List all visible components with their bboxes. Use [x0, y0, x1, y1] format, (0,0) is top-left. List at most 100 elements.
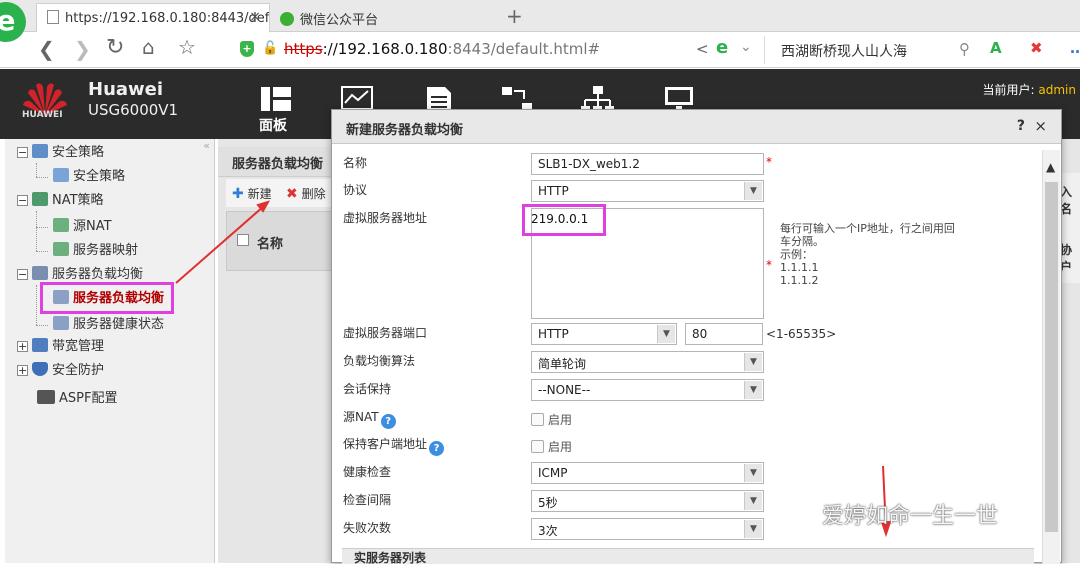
checkbox-box[interactable] [531, 413, 544, 426]
browser-tab-active[interactable]: https://192.168.0.180:8443/def × [36, 3, 270, 32]
sidebar-item-bandwidth[interactable]: + 带宽管理 [17, 337, 104, 357]
policy-icon [53, 168, 69, 182]
sidebar-item-protection[interactable]: + 安全防护 [17, 361, 104, 381]
scroll-up-icon[interactable]: ▲ [1046, 160, 1055, 174]
chevron-down-icon[interactable]: ▼ [744, 520, 762, 538]
current-user-name[interactable]: admin [1038, 83, 1076, 97]
protocol-label: 协议 [343, 183, 368, 197]
session-select[interactable]: --NONE-- ▼ [531, 379, 764, 401]
current-user: 当前用户: admin [983, 81, 1076, 98]
real-server-list-header[interactable]: 实服务器列表 [342, 548, 1034, 564]
expand-icon[interactable]: + [17, 341, 28, 352]
name-label: 名称 [343, 156, 368, 170]
sidebar-item-aspf[interactable]: ASPF配置 [37, 389, 117, 409]
close-tab-icon[interactable]: × [249, 9, 261, 25]
home-icon[interactable]: ⌂ [142, 35, 155, 59]
collapse-icon[interactable]: − [17, 147, 28, 158]
share-icon[interactable]: < [696, 40, 709, 58]
dialog-scrollbar[interactable]: ▲ [1042, 150, 1060, 564]
required-mark: * [766, 258, 772, 272]
star-icon[interactable]: ☆ [178, 35, 196, 59]
new-button-label: 新建 [247, 187, 272, 201]
new-button[interactable]: ✚ 新建 [232, 185, 272, 202]
vip-value[interactable]: 219.0.0.1 [531, 212, 588, 226]
help-icon[interactable]: ? [429, 441, 445, 456]
scroll-thumb[interactable] [1045, 182, 1058, 532]
snat-label-text: 源NAT [343, 410, 379, 424]
sidebar-item-server-health[interactable]: 服务器健康状态 [53, 315, 164, 335]
url-field[interactable]: https://192.168.0.180:8443/default.html# [284, 40, 600, 58]
protocol-select[interactable]: HTTP ▼ [531, 180, 764, 202]
sidebar-item-nat-policy[interactable]: − NAT策略 [17, 191, 104, 211]
close-icon[interactable]: × [1034, 117, 1047, 135]
sidebar-item-server-mapping[interactable]: 服务器映射 [53, 241, 138, 261]
interval-value: 5秒 [538, 496, 558, 510]
sidebar-item-security-policy[interactable]: − 安全策略 [17, 143, 104, 163]
algorithm-select[interactable]: 简单轮询 ▼ [531, 351, 764, 373]
collapse-icon[interactable]: − [17, 195, 28, 206]
vport-protocol-select[interactable]: HTTP ▼ [531, 323, 677, 345]
required-mark: * [766, 155, 772, 169]
search-input[interactable]: 西湖断桥现人山人海 [781, 41, 907, 61]
watermark-text: 爱婷如命一生一世 [822, 504, 999, 529]
select-all-checkbox[interactable] [237, 234, 249, 246]
dialog-titlebar: 新建服务器负载均衡 ? × [332, 110, 1061, 144]
more-icon[interactable]: … [1070, 39, 1080, 57]
chevron-down-icon[interactable]: ▼ [744, 353, 762, 371]
checkbox-box[interactable] [531, 440, 544, 453]
dashboard-icon[interactable] [259, 85, 295, 115]
search-icon[interactable]: ⚲ [959, 40, 970, 58]
dialog-title: 新建服务器负载均衡 [346, 123, 464, 138]
checkbox-label: 启用 [548, 413, 573, 427]
forward-icon[interactable]: ❯ [74, 37, 91, 61]
fail-select[interactable]: 3次 ▼ [531, 518, 764, 540]
snat-checkbox[interactable]: 启用 [531, 411, 572, 428]
logo-text: HUAWEI [22, 110, 63, 120]
back-icon[interactable]: ❮ [38, 37, 55, 61]
sidebar-item-security-policy-sub[interactable]: 安全策略 [53, 167, 125, 187]
chevron-down-icon[interactable]: ▼ [744, 492, 762, 510]
delete-button-label: 删除 [301, 187, 326, 201]
sidebar-item-label: 安全策略 [52, 145, 105, 160]
sidebar-item-label: NAT策略 [52, 193, 104, 208]
chevron-down-icon[interactable]: ⌄ [740, 39, 752, 55]
bandwidth-icon [32, 338, 48, 352]
name-input[interactable]: SLB1-DX_web1.2 [531, 153, 764, 175]
panel-title: 服务器负载均衡 [218, 147, 333, 177]
fail-value: 3次 [538, 524, 558, 538]
vport-number-input[interactable]: 80 [685, 323, 763, 345]
help-icon[interactable]: ? [380, 414, 396, 429]
lock-icon[interactable]: 🔓 [262, 41, 278, 56]
keep-client-checkbox[interactable]: 启用 [531, 438, 572, 455]
protocol-value: HTTP [538, 184, 569, 198]
policy-folder-icon [32, 144, 48, 158]
browser-tab-wechat[interactable]: 微信公众平台 [270, 3, 496, 32]
chevron-down-icon[interactable]: ▼ [744, 464, 762, 482]
collapse-icon[interactable]: − [17, 269, 28, 280]
delete-button[interactable]: ✖ 删除 [286, 185, 326, 202]
nat-icon [53, 218, 69, 232]
interval-select[interactable]: 5秒 ▼ [531, 490, 764, 512]
sidebar-item-label: 服务器负载均衡 [52, 267, 144, 282]
collapse-sidebar-icon[interactable]: « [203, 139, 210, 152]
expand-icon[interactable]: + [17, 365, 28, 376]
sidebar-item-source-nat[interactable]: 源NAT [53, 217, 112, 237]
chevron-down-icon[interactable]: ▼ [744, 182, 762, 200]
slb-folder-icon [32, 266, 48, 280]
new-tab-button[interactable]: + [506, 4, 523, 28]
panel-toolbar: ✚ 新建 ✖ 删除 [226, 179, 346, 207]
nav-dashboard-label[interactable]: 面板 [259, 115, 287, 135]
refresh-icon[interactable]: ↻ [106, 35, 124, 60]
search-box[interactable]: 西湖断桥现人山人海 ⚲ [764, 36, 978, 64]
tools-icon[interactable]: ✖ [1030, 39, 1043, 57]
help-icon[interactable]: ? [1017, 118, 1025, 134]
column-name-header[interactable]: 名称 [257, 233, 283, 252]
health-select[interactable]: ICMP ▼ [531, 462, 764, 484]
shield-icon[interactable]: + [240, 41, 254, 57]
extension-icon[interactable]: A [990, 39, 1002, 57]
chevron-down-icon[interactable]: ▼ [657, 325, 675, 343]
sidebar-item-label: 服务器健康状态 [73, 317, 165, 332]
browser-mode-icon[interactable]: e [716, 37, 728, 58]
chevron-down-icon[interactable]: ▼ [744, 381, 762, 399]
browser-address-bar: ❮ ❯ ↻ ⌂ ☆ + 🔓 https://192.168.0.180:8443… [0, 32, 1080, 68]
